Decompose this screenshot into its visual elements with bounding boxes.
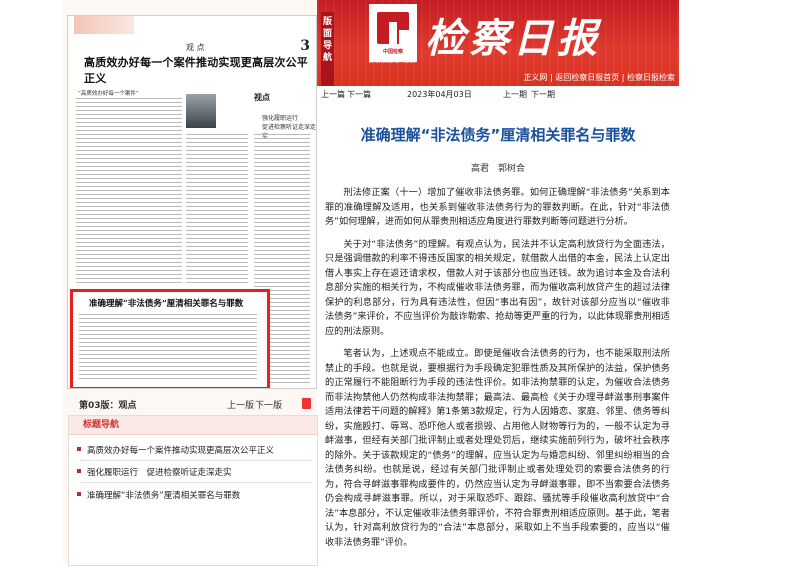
- logo-name: 中国检察: [382, 49, 403, 55]
- page-thumbnail[interactable]: 观 点 3 高质效办好每一个案件推动实现更高层次公平正义 “高质效办好每一个案件…: [67, 15, 317, 389]
- thumbnail-subhead: “高质效办好每一个案件”: [78, 91, 139, 97]
- prev-edition-link[interactable]: 上一期: [503, 89, 527, 100]
- logo: 中国检察: [369, 4, 417, 62]
- article-authors: 高君 郭树合: [470, 164, 525, 174]
- thumbnail-text-block: [76, 98, 182, 284]
- title-item-label[interactable]: 高质效办好每一个案件推动实现更高层次公平正义: [87, 446, 274, 456]
- logo-mark-icon: [377, 12, 409, 46]
- thumbnail-column-tag: 视点: [254, 92, 270, 102]
- thumbnail-masthead: [74, 16, 134, 34]
- next-article-link[interactable]: 下一篇: [347, 89, 371, 100]
- thumbnail-section: 观 点: [186, 43, 205, 52]
- bullet-icon: [77, 469, 81, 473]
- title-navigation-header: 标题导航: [69, 416, 317, 435]
- newspaper-title: 检察日报: [425, 15, 601, 62]
- highlighted-article-text: [79, 314, 257, 380]
- thumbnail-headline[interactable]: 高质效办好每一个案件推动实现更高层次公平正义: [84, 54, 316, 86]
- logo-subtext: ZHONGGUAN PRESS: [369, 60, 415, 65]
- thumbnail-photo: [186, 94, 216, 128]
- thumbnail-page-number: 3: [300, 38, 310, 54]
- prev-article-link[interactable]: 上一篇: [321, 89, 345, 100]
- article-body: 刑法修正案（十一）增加了催收非法债务罪。如何正确理解“非法债务”关系到本罪的准确…: [325, 186, 670, 558]
- title-item[interactable]: 准确理解“非法债务”厘清相关罪名与罪数: [77, 489, 240, 501]
- highlighted-article-title[interactable]: 准确理解“非法债务”厘清相关罪名与罪数: [89, 297, 243, 309]
- next-page-link[interactable]: 下一版: [255, 398, 282, 411]
- masthead-links[interactable]: 正义网 | 返回检察日报首页 | 检察日报检索: [523, 72, 675, 83]
- title-item-label[interactable]: 强化履职运行 促进检察听证走深走实: [87, 468, 232, 478]
- bullet-icon: [77, 447, 81, 451]
- section-navigation-vertical[interactable]: 版面导航: [321, 12, 334, 86]
- bullet-icon: [77, 492, 81, 496]
- article-title: 准确理解“非法债务”厘清相关罪名与罪数: [360, 126, 636, 144]
- page-label: 第03版：观点: [79, 401, 137, 411]
- edition-date: 2023年04月03日: [407, 90, 472, 99]
- navigation-row: 上一篇 下一篇 2023年04月03日 上一期 下一期: [317, 86, 679, 102]
- article-paragraph: 笔者认为，上述观点不能成立。即使是催收合法债务的行为，也不能采取刑法所禁止的手段…: [325, 348, 670, 548]
- divider: [81, 460, 311, 461]
- pdf-icon[interactable]: [302, 398, 311, 409]
- masthead: 版面导航 中国检察 ZHONGGUAN PRESS 检察日报 正义网 | 返回检…: [317, 0, 679, 86]
- thumbnail-right-title[interactable]: 强化履职运行: [262, 113, 298, 122]
- title-item-label[interactable]: 准确理解“非法债务”厘清相关罪名与罪数: [87, 491, 240, 501]
- title-item[interactable]: 高质效办好每一个案件推动实现更高层次公平正义: [77, 444, 274, 456]
- next-edition-link[interactable]: 下一期: [531, 89, 555, 100]
- article-paragraph: 刑法修正案（十一）增加了催收非法债务罪。如何正确理解“非法债务”关系到本罪的准确…: [325, 187, 670, 227]
- prev-page-link[interactable]: 上一版: [227, 398, 254, 411]
- thumbnail-text-block: [186, 134, 248, 284]
- divider: [81, 482, 311, 483]
- title-item[interactable]: 强化履职运行 促进检察听证走深走实: [77, 466, 232, 478]
- title-navigation: 标题导航 高质效办好每一个案件推动实现更高层次公平正义 强化履职运行 促进检察听…: [68, 415, 318, 566]
- article-paragraph: 关于对“非法债务”的理解。有观点认为，民法并不认定高利放贷行为全面违法，只是强调…: [325, 238, 670, 337]
- highlighted-article-box[interactable]: 准确理解“非法债务”厘清相关罪名与罪数: [70, 289, 270, 388]
- right-margin: [679, 0, 800, 564]
